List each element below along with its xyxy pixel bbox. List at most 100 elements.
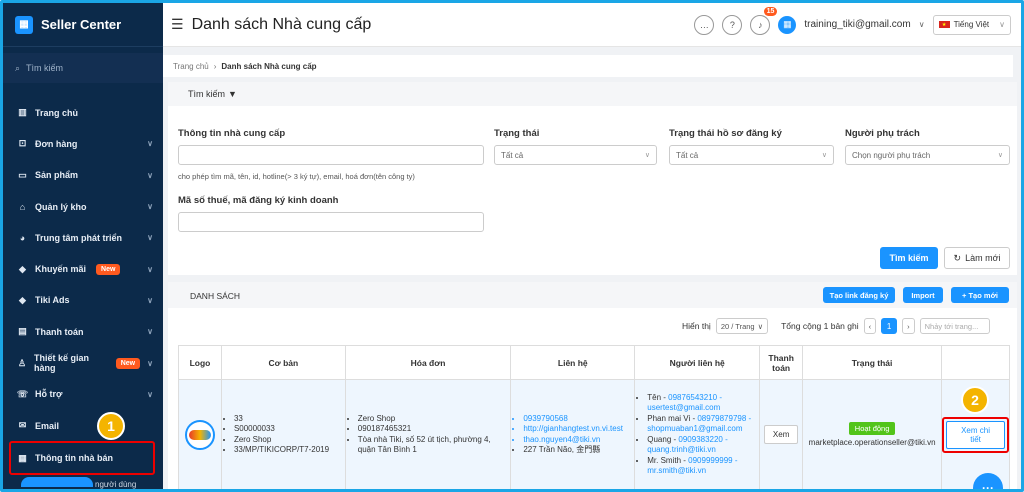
sidebar-item-label: Trang chủ: [35, 107, 79, 118]
cart-icon: ⊡: [18, 138, 27, 149]
table-row: 33 S00000033 Zero Shop 33/MP/TIKICORP/T7…: [178, 379, 1010, 489]
create-reg-link-button[interactable]: Tạo link đăng ký: [823, 287, 895, 303]
user-avatar-icon[interactable]: ▦: [778, 15, 797, 34]
basic-cell: 33 S00000033 Zero Shop 33/MP/TIKICORP/T7…: [220, 379, 346, 489]
step-1-marker: 1: [97, 412, 125, 440]
col-actions: [941, 345, 1010, 380]
sidebar-item[interactable]: ▥ Trang chủ: [3, 97, 163, 128]
chevron-down-icon[interactable]: ∨: [919, 20, 925, 29]
contact-website[interactable]: http://gianhangtest.vn.vi.test: [523, 424, 634, 435]
prev-page-icon[interactable]: ‹: [863, 318, 877, 334]
list-title: DANH SÁCH: [190, 291, 241, 301]
person-phone[interactable]: 08979879798 -: [697, 414, 751, 423]
chevron-down-icon: ∨: [997, 152, 1003, 159]
notification-count: 15: [763, 6, 778, 16]
sidebar-item-label: Trung tâm phát triển: [35, 232, 123, 243]
person-email[interactable]: usertest@gmail.com: [647, 403, 720, 412]
sidebar-item-label: Thiết kế gian hàng: [33, 353, 89, 374]
person-phone[interactable]: 0909383220 -: [678, 435, 727, 444]
page-size-select[interactable]: 20 / Trang ∨: [715, 318, 769, 334]
language-label: Tiếng Việt: [953, 20, 990, 29]
chevron-down-icon: ∨: [147, 264, 153, 274]
pie-icon: ◕: [19, 232, 26, 243]
language-select[interactable]: ★ Tiếng Việt ∨: [932, 14, 1011, 35]
sidebar-item[interactable]: ▦ Thông tin nhà bán: [9, 441, 155, 476]
menu-collapse-icon[interactable]: ☰: [171, 16, 184, 33]
next-page-icon[interactable]: ›: [902, 318, 915, 334]
reset-button[interactable]: ↻ Làm mới: [944, 247, 1010, 269]
chevron-down-icon: ∨: [147, 233, 153, 243]
payment-cell: Xem: [759, 379, 804, 489]
chart-icon: ▥: [18, 107, 27, 118]
sidebar-item[interactable]: ◆ Tiki Ads ∨: [3, 285, 163, 316]
box-icon: ▭: [18, 169, 27, 180]
brand-name: Seller Center: [41, 17, 122, 32]
supplier-code: S00000033: [234, 424, 345, 435]
reg-status-label: Trạng thái hồ sơ đăng ký: [669, 128, 782, 139]
contact-email[interactable]: thao.nguyen4@tiki.vn: [523, 435, 634, 446]
jump-to-page-input[interactable]: Nhảy tới trang...: [919, 318, 990, 334]
sidebar-item[interactable]: ◕ Trung tâm phát triển ∨: [3, 222, 163, 253]
person-email[interactable]: shopmuaban1@gmail.com: [647, 424, 742, 433]
invoice-tax: 090187465321: [358, 424, 511, 435]
person-phone[interactable]: 0909999999 -: [688, 456, 737, 465]
step-2-marker: 2: [961, 386, 989, 414]
sidebar-item-label: Thanh toán: [35, 326, 84, 337]
person-name: Phan mai Vi -: [647, 413, 698, 423]
person-phone[interactable]: 09876543210 -: [668, 393, 722, 402]
chat-icon[interactable]: …: [694, 14, 715, 35]
sidebar-item-label: Khuyến mãi: [35, 264, 87, 275]
sidebar-scroll-item[interactable]: [21, 477, 93, 487]
import-button[interactable]: Import: [903, 287, 943, 303]
help-icon[interactable]: ?: [722, 14, 743, 35]
sidebar-item[interactable]: ▭ Sản phẩm ∨: [3, 160, 163, 191]
page-title: Danh sách Nhà cung cấp: [191, 15, 372, 33]
invoice-cell: Zero Shop 090187465321 Tòa nhà Tiki, số …: [344, 379, 512, 489]
sidebar-item-label: Hỗ trợ: [35, 389, 63, 400]
user-email[interactable]: training_tiki@gmail.com: [804, 19, 910, 30]
search-button[interactable]: Tìm kiếm: [880, 247, 938, 269]
brand[interactable]: ▦ Seller Center: [3, 3, 163, 47]
supplier-info-input[interactable]: [178, 145, 484, 165]
create-new-button[interactable]: + Tạo mới: [951, 287, 1009, 303]
sidebar: ▦ Seller Center ⌕ Tìm kiếm ▥ Trang chủ ⊡ Đơ…: [3, 3, 163, 489]
page-size-value: 20 / Trang: [720, 321, 755, 331]
status-select[interactable]: Tất cả ∨: [494, 145, 657, 165]
owner-select[interactable]: Chọn người phụ trách ∨: [845, 145, 1010, 165]
contract-number: 33/MP/TIKICORP/T7-2019: [234, 445, 345, 456]
sidebar-item[interactable]: ▤ Thanh toán ∨: [3, 316, 163, 347]
search-toggle[interactable]: Tìm kiếm ▼: [168, 82, 1017, 106]
breadcrumb-home[interactable]: Trang chủ: [173, 62, 209, 71]
bell-icon[interactable]: ♪ 15: [750, 6, 778, 35]
status-badge: Hoạt động: [848, 422, 896, 435]
status-owner: marketplace.operationseller@tiki.vn: [808, 438, 936, 447]
person-item: Mr. Smith - 0909999999 -mr.smith@tiki.vn: [647, 456, 759, 477]
top-header: ☰ Danh sách Nhà cung cấp … ? ♪ 15 ▦ train…: [163, 3, 1021, 47]
total-records: Tổng cộng 1 bản ghi: [781, 321, 859, 331]
supplier-info-label: Thông tin nhà cung cấp: [178, 128, 286, 139]
chevron-down-icon: ∨: [821, 152, 827, 159]
chevron-down-icon: ∨: [147, 202, 153, 212]
sidebar-item[interactable]: ⊡ Đơn hàng ∨: [3, 128, 163, 159]
current-page[interactable]: 1: [881, 318, 898, 334]
invoice-company: Zero Shop: [358, 414, 511, 425]
sidebar-item[interactable]: ☏ Hỗ trợ ∨: [3, 379, 163, 410]
mail-icon: ✉: [18, 420, 27, 431]
reg-status-select[interactable]: Tất cả ∨: [669, 145, 834, 165]
sidebar-search[interactable]: ⌕ Tìm kiếm: [3, 53, 163, 83]
tax-code-input[interactable]: [178, 212, 484, 232]
sidebar-item[interactable]: ⌂ Quản lý kho ∨: [3, 191, 163, 222]
contact-person-cell: Tên - 09876543210 -usertest@gmail.com Ph…: [634, 379, 761, 489]
contact-phone[interactable]: 0939790568: [523, 414, 634, 425]
person-name: Quang -: [647, 434, 679, 444]
sidebar-item[interactable]: ♙ Thiết kế gian hàng New ∨: [3, 347, 163, 378]
vietnam-flag-icon: ★: [938, 21, 950, 28]
person-email[interactable]: mr.smith@tiki.vn: [647, 466, 706, 475]
owner-label: Người phụ trách: [845, 128, 920, 139]
sidebar-item[interactable]: ◆ Khuyến mãi New ∨: [3, 253, 163, 284]
view-detail-button[interactable]: Xem chi tiết: [946, 420, 1005, 449]
view-payment-button[interactable]: Xem: [763, 425, 799, 444]
person-email[interactable]: quang.trinh@tiki.vn: [647, 445, 716, 454]
supplier-list-panel: DANH SÁCH Tạo link đăng ký Import + Tạo …: [168, 282, 1017, 489]
sidebar-item[interactable]: ✉ Email: [3, 410, 163, 441]
